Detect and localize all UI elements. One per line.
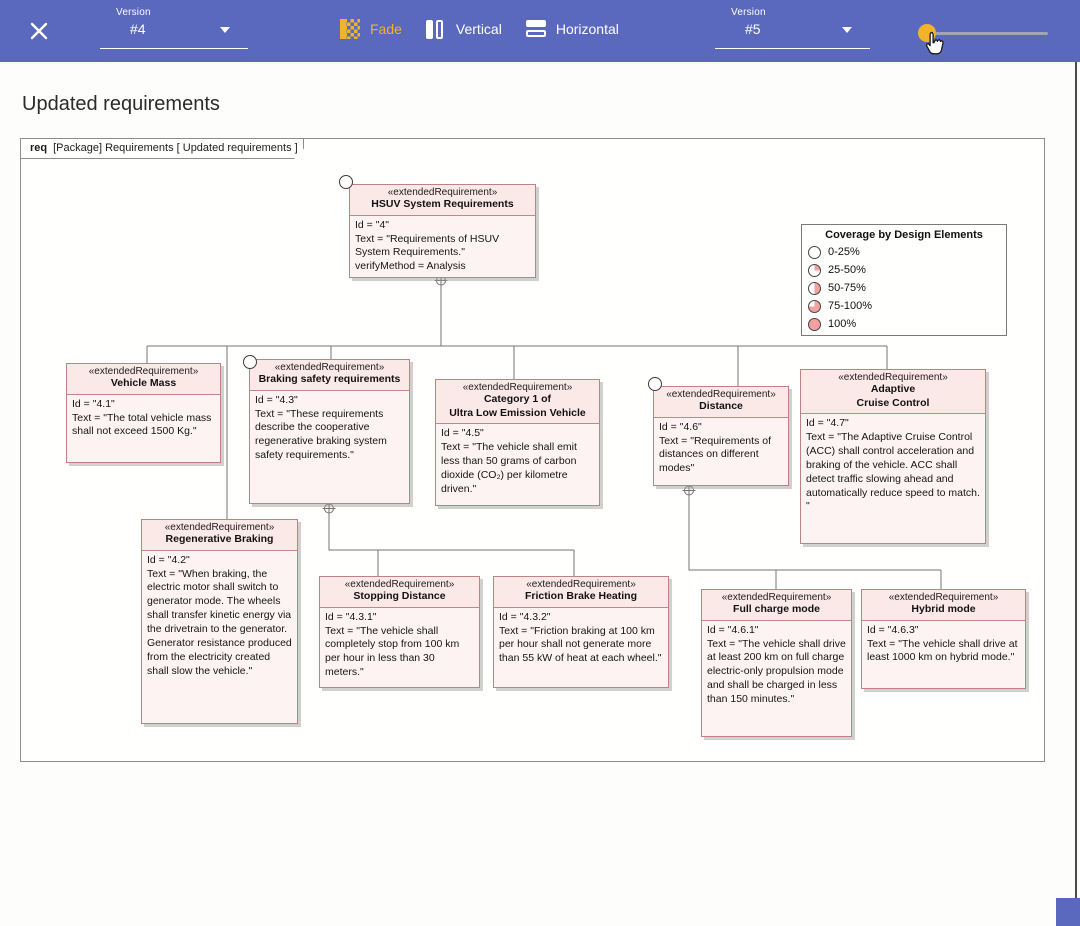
opacity-slider[interactable]	[918, 24, 1048, 42]
legend-item: 0-25%	[808, 243, 1000, 261]
frame-tab-text: [Package] Requirements [ Updated require…	[53, 142, 298, 154]
stereotype-label: «extendedRequirement»	[164, 522, 275, 533]
close-icon	[30, 22, 48, 40]
diagram-frame-tab: req [Package] Requirements [ Updated requ…	[20, 138, 304, 159]
stereotype-label: «extendedRequirement»	[462, 382, 573, 393]
requirement-body: Id = "4.1" Text = "The total vehicle mas…	[72, 397, 212, 438]
pie-50-icon	[808, 281, 821, 295]
version-right-value: #5	[745, 21, 761, 37]
stereotype-label: «extendedRequirement»	[888, 592, 999, 603]
requirement-adaptive-cruise-control[interactable]: «extendedRequirement» Adaptive Cruise Con…	[800, 369, 986, 544]
coverage-indicator-icon	[243, 355, 257, 369]
app-window: Version #4 Fade Vertical Horizontal Vers…	[0, 0, 1080, 926]
requirement-body: Id = "4.3.1" Text = "The vehicle shall c…	[325, 610, 460, 679]
fade-checker-icon	[340, 19, 360, 39]
pie-100-icon	[808, 317, 821, 331]
version-left-value: #4	[130, 21, 146, 37]
close-button[interactable]	[28, 21, 50, 43]
fade-button[interactable]: Fade	[340, 19, 402, 39]
legend-item: 25-50%	[808, 261, 1000, 279]
requirement-name: Friction Brake Heating	[524, 590, 638, 602]
version-right-label: Version	[731, 7, 766, 18]
requirement-body: Id = "4.6" Text = "Requirements of dista…	[659, 420, 771, 475]
legend-title: Coverage by Design Elements	[825, 229, 983, 241]
requirement-name: HSUV System Requirements	[371, 198, 514, 210]
requirement-body: Id = "4.3" Text = "These requirements de…	[255, 393, 387, 462]
vertical-button[interactable]: Vertical	[425, 19, 502, 39]
stereotype-label: «extendedRequirement»	[387, 187, 498, 198]
requirement-name: Vehicle Mass	[110, 377, 177, 389]
legend-item: 50-75%	[808, 279, 1000, 297]
chevron-down-icon	[842, 27, 852, 33]
stereotype-label: «extendedRequirement»	[838, 372, 948, 383]
requirement-hybrid-mode[interactable]: «extendedRequirement» Hybrid mode Id = "4…	[861, 589, 1026, 689]
chevron-down-icon	[220, 27, 230, 33]
requirement-name: Stopping Distance	[353, 590, 446, 602]
coverage-indicator-icon	[648, 377, 662, 391]
requirement-full-charge-mode[interactable]: «extendedRequirement» Full charge mode Id…	[701, 589, 852, 737]
slider-thumb[interactable]	[918, 24, 936, 42]
pie-0-icon	[808, 245, 821, 259]
coverage-legend: Coverage by Design Elements 0-25% 25-50%…	[801, 224, 1007, 336]
horizontal-button[interactable]: Horizontal	[525, 19, 619, 39]
frame-keyword: req	[30, 142, 48, 154]
requirement-name: Full charge mode	[733, 603, 820, 615]
compare-toolbar: Version #4 Fade Vertical Horizontal Vers…	[0, 0, 1080, 62]
fade-button-label: Fade	[370, 21, 402, 37]
horizontal-button-label: Horizontal	[555, 21, 619, 37]
stereotype-label: «extendedRequirement»	[344, 579, 455, 590]
requirement-name: Category 1 of Ultra Low Emission Vehicle	[449, 393, 586, 419]
requirement-body: Id = "4" Text = "Requirements of HSUV Sy…	[355, 218, 500, 273]
coverage-indicator-icon	[339, 175, 353, 189]
requirement-name: Hybrid mode	[911, 603, 976, 615]
version-select-right[interactable]: Version #5	[715, 7, 870, 49]
requirement-vehicle-mass[interactable]: «extendedRequirement» Vehicle Mass Id = "…	[66, 363, 221, 463]
requirement-name: Braking safety requirements	[258, 373, 401, 385]
slider-track[interactable]	[918, 32, 1048, 35]
stereotype-label: «extendedRequirement»	[721, 592, 832, 603]
requirement-braking-safety-requirements[interactable]: «extendedRequirement» Braking safety requ…	[249, 359, 410, 504]
pie-75-icon	[808, 299, 821, 313]
requirement-name: Regenerative Braking	[165, 533, 274, 545]
requirement-body: Id = "4.2" Text = "When braking, the ele…	[147, 553, 292, 677]
requirement-distance[interactable]: «extendedRequirement» Distance Id = "4.6"…	[653, 386, 789, 486]
stereotype-label: «extendedRequirement»	[666, 389, 776, 400]
window-right-edge	[1075, 62, 1077, 926]
requirement-stopping-distance[interactable]: «extendedRequirement» Stopping Distance I…	[319, 576, 480, 688]
pie-25-icon	[808, 263, 821, 277]
legend-item: 100%	[808, 315, 1000, 333]
requirement-body: Id = "4.3.2" Text = "Friction braking at…	[499, 610, 662, 665]
version-left-label: Version	[116, 7, 151, 18]
requirement-name: Distance	[699, 400, 743, 412]
split-vertical-icon	[425, 19, 446, 39]
stereotype-label: «extendedRequirement»	[274, 362, 385, 373]
requirement-body: Id = "4.6.3" Text = "The vehicle shall d…	[867, 623, 1018, 664]
vertical-button-label: Vertical	[455, 21, 502, 37]
version-select-left[interactable]: Version #4	[100, 7, 248, 49]
requirement-regenerative-braking[interactable]: «extendedRequirement» Regenerative Brakin…	[141, 519, 298, 724]
requirement-body: Id = "4.5" Text = "The vehicle shall emi…	[441, 427, 577, 495]
requirement-hsuv-system-requirements[interactable]: «extendedRequirement» HSUV System Require…	[349, 184, 536, 279]
stereotype-label: «extendedRequirement»	[88, 366, 199, 377]
requirement-body: Id = "4.6.1" Text = "The vehicle shall d…	[707, 623, 846, 705]
scroll-corner	[1056, 898, 1080, 926]
requirement-name: Adaptive Cruise Control	[856, 383, 930, 409]
requirement-friction-brake-heating[interactable]: «extendedRequirement» Friction Brake Heat…	[493, 576, 669, 688]
requirement-body: Id = "4.7" Text = "The Adaptive Cruise C…	[806, 417, 980, 513]
split-horizontal-icon	[525, 19, 546, 39]
requirement-category-1-ultra-low-emission[interactable]: «extendedRequirement» Category 1 of Ultra…	[435, 379, 600, 506]
diagram-frame: req [Package] Requirements [ Updated requ…	[20, 138, 1045, 762]
view-mode-buttons: Fade Vertical Horizontal	[340, 19, 619, 39]
stereotype-label: «extendedRequirement»	[526, 579, 636, 590]
page-title: Updated requirements	[22, 93, 220, 115]
legend-item: 75-100%	[808, 297, 1000, 315]
